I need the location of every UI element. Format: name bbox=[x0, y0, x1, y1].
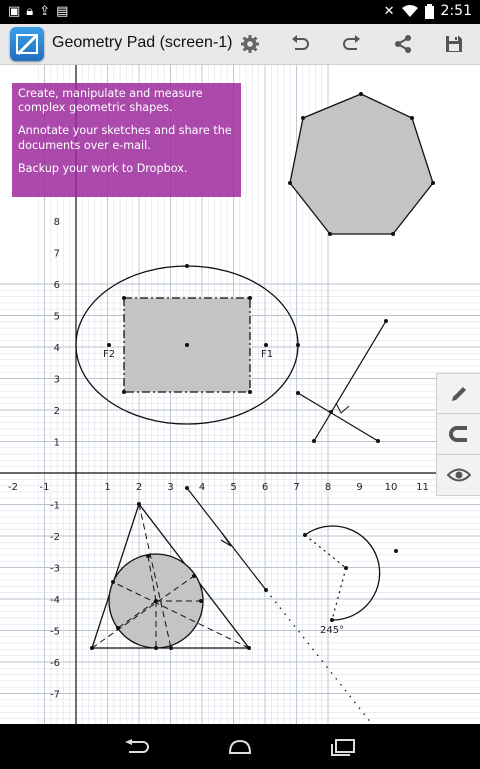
screenshot-icon: ▣ bbox=[8, 4, 21, 19]
x-tick-label: 1 bbox=[104, 482, 110, 493]
redo-button[interactable] bbox=[337, 30, 367, 58]
eye-icon bbox=[446, 468, 471, 482]
app-icon[interactable] bbox=[10, 27, 44, 61]
back-icon bbox=[125, 739, 149, 753]
y-tick-label: 5 bbox=[54, 312, 60, 323]
x-tick-label: 2 bbox=[136, 482, 142, 493]
lock-icon: 🔒︎ bbox=[26, 4, 34, 19]
y-tick-label: 1 bbox=[54, 438, 60, 449]
navigation-bar bbox=[0, 724, 480, 769]
recent-apps-button[interactable] bbox=[322, 732, 362, 762]
dotted-ray[interactable] bbox=[265, 589, 373, 725]
x-tick-label: 6 bbox=[262, 482, 268, 493]
battery-icon bbox=[424, 3, 434, 19]
x-tick-label: 7 bbox=[293, 482, 299, 493]
y-tick-label: 8 bbox=[54, 217, 60, 228]
x-tick-label: 9 bbox=[356, 482, 362, 493]
pencil-tool-button[interactable] bbox=[436, 373, 480, 414]
x-tick-label: 3 bbox=[167, 482, 173, 493]
y-tick-label: -1 bbox=[50, 501, 60, 512]
status-bar: ▣ 🔒︎ ⇪ ▤ ✕ 2:51 bbox=[0, 0, 480, 24]
angle-label: 245° bbox=[320, 625, 344, 636]
perpendicular-lines[interactable] bbox=[297, 320, 387, 442]
y-tick-label: 4 bbox=[54, 343, 60, 354]
y-tick-label: -6 bbox=[50, 658, 60, 669]
back-button[interactable] bbox=[118, 732, 158, 762]
home-icon bbox=[228, 739, 252, 754]
x-tick-label: 10 bbox=[385, 482, 398, 493]
undo-button[interactable] bbox=[285, 30, 315, 58]
settings-button[interactable] bbox=[235, 30, 265, 58]
upload-icon: ⇪ bbox=[39, 4, 51, 19]
y-tick-label: 3 bbox=[54, 375, 60, 386]
redo-icon bbox=[343, 35, 360, 50]
home-button[interactable] bbox=[220, 732, 260, 762]
system-icons: ✕ 2:51 bbox=[384, 3, 472, 19]
feature-info-overlay[interactable]: Create, manipulate and measure complex g… bbox=[12, 83, 241, 197]
info-line-backup: Backup your work to Dropbox. bbox=[18, 161, 188, 175]
heptagon-shape[interactable] bbox=[289, 93, 434, 235]
y-tick-label: -3 bbox=[50, 564, 60, 575]
side-toolbar bbox=[436, 373, 480, 496]
notification-icons: ▣ 🔒︎ ⇪ ▤ bbox=[8, 4, 68, 19]
focus-label-right: F1 bbox=[261, 349, 273, 360]
magnet-icon bbox=[448, 426, 467, 442]
share-button[interactable] bbox=[388, 30, 418, 58]
focus-label-left: F2 bbox=[103, 349, 115, 360]
share-icon bbox=[395, 35, 411, 53]
x-tick-label: 8 bbox=[325, 482, 331, 493]
magnet-tool-button[interactable] bbox=[436, 414, 480, 455]
app-title: Geometry Pad (screen-1) bbox=[52, 34, 233, 51]
x-tick-label: 5 bbox=[230, 482, 236, 493]
y-tick-label: 2 bbox=[54, 406, 60, 417]
y-tick-label: -5 bbox=[50, 627, 60, 638]
y-tick-label: -7 bbox=[50, 690, 60, 701]
y-tick-label: -2 bbox=[50, 532, 60, 543]
y-tick-label: -4 bbox=[50, 595, 60, 606]
x-tick-label: 11 bbox=[416, 482, 429, 493]
mute-icon: ✕ bbox=[383, 3, 395, 19]
action-bar: Geometry Pad (screen-1) bbox=[0, 24, 480, 65]
image-icon: ▤ bbox=[56, 4, 69, 19]
undo-icon bbox=[292, 35, 309, 50]
x-tick-label: 4 bbox=[199, 482, 205, 493]
x-tick-label: -1 bbox=[40, 482, 50, 493]
save-icon bbox=[446, 36, 462, 52]
pencil-icon bbox=[451, 386, 466, 401]
y-tick-label: 6 bbox=[54, 280, 60, 291]
info-line-create: Create, manipulate and measure complex g… bbox=[18, 87, 203, 115]
wifi-icon bbox=[401, 4, 418, 17]
save-button[interactable] bbox=[439, 30, 469, 58]
eye-tool-button[interactable] bbox=[436, 455, 480, 496]
x-tick-label: -2 bbox=[8, 482, 18, 493]
recent-apps-icon bbox=[331, 739, 355, 756]
y-tick-label: 7 bbox=[54, 249, 60, 260]
settings-icon bbox=[241, 35, 259, 53]
info-line-annotate: Annotate your sketches and share the doc… bbox=[18, 124, 232, 152]
vector-segment[interactable] bbox=[185, 486, 268, 592]
clock: 2:51 bbox=[440, 3, 472, 19]
